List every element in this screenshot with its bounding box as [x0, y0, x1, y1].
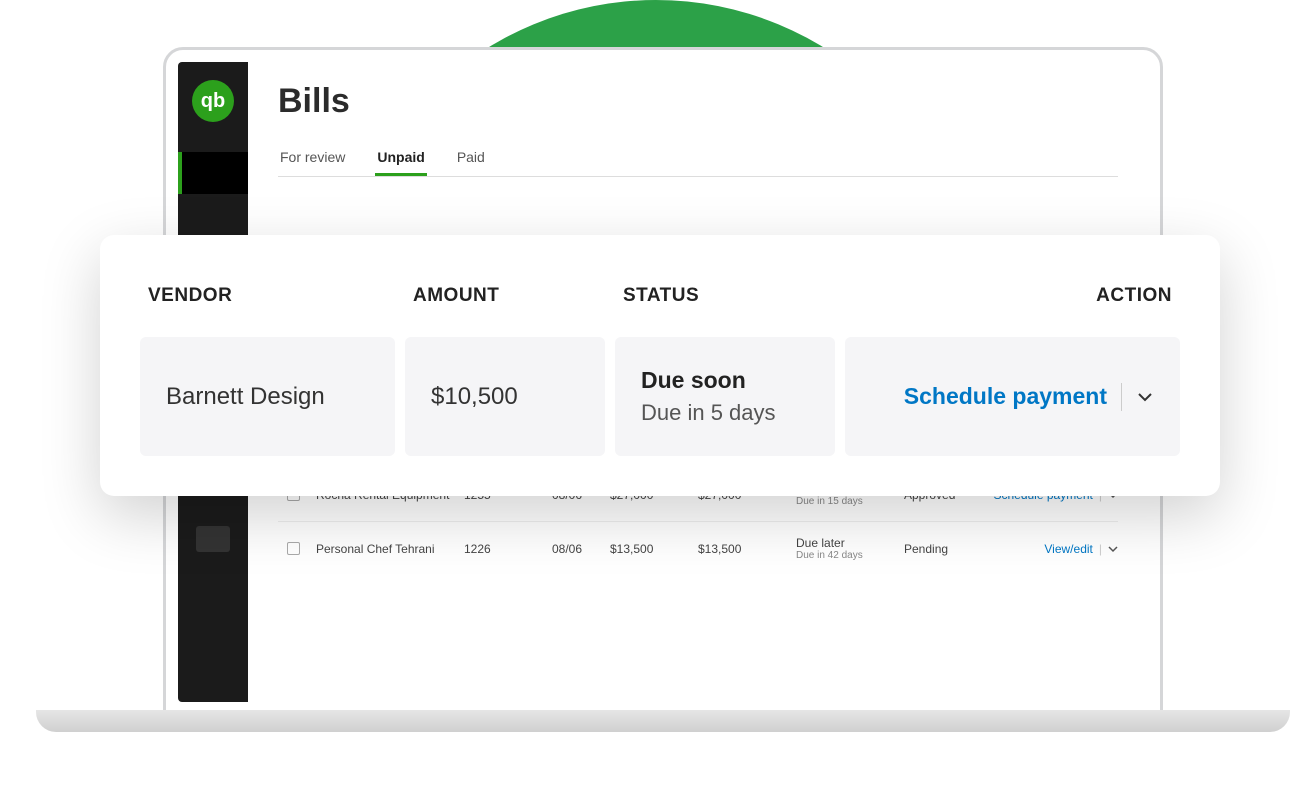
schedule-payment-button[interactable]: Schedule payment [904, 383, 1107, 410]
row-status-title: Due later [796, 536, 896, 550]
overlay-amount-cell: $10,500 [405, 337, 605, 456]
sidebar-item-active[interactable] [178, 152, 248, 194]
row-balance: $13,500 [698, 542, 788, 556]
row-date: 08/06 [552, 542, 602, 556]
sidebar-secondary-block [196, 526, 230, 552]
row-action-label: View/edit [1044, 542, 1092, 556]
overlay-status-sub: Due in 5 days [641, 400, 809, 426]
quickbooks-logo-icon[interactable]: qb [192, 80, 234, 122]
action-separator [1121, 383, 1122, 411]
header-vendor: VENDOR [148, 285, 413, 307]
overlay-data-row: Barnett Design $10,500 Due soon Due in 5… [140, 337, 1180, 456]
laptop-base [36, 710, 1290, 732]
tab-for-review[interactable]: For review [278, 141, 347, 176]
header-status: STATUS [623, 285, 853, 307]
row-amount: $13,500 [610, 542, 690, 556]
chevron-down-icon[interactable] [1108, 544, 1118, 554]
overlay-vendor-cell: Barnett Design [140, 337, 395, 456]
tab-paid[interactable]: Paid [455, 141, 487, 176]
row-approval: Pending [904, 542, 974, 556]
row-status-sub: Due in 15 days [796, 496, 896, 507]
row-vendor: Personal Chef Tehrani [316, 542, 456, 556]
featured-bill-card: VENDOR AMOUNT STATUS ACTION Barnett Desi… [100, 235, 1220, 496]
row-status-sub: Due in 42 days [796, 550, 896, 561]
overlay-status-cell: Due soon Due in 5 days [615, 337, 835, 456]
header-action: ACTION [853, 285, 1172, 307]
page-title: Bills [278, 82, 1118, 121]
row-action[interactable]: View/edit | [982, 542, 1118, 556]
action-separator: | [1099, 542, 1102, 556]
overlay-status-title: Due soon [641, 367, 809, 394]
overlay-action-cell[interactable]: Schedule payment [845, 337, 1180, 456]
row-checkbox[interactable] [278, 542, 308, 555]
table-row[interactable]: Personal Chef Tehrani 1226 08/06 $13,500… [278, 521, 1118, 575]
row-status: Due later Due in 42 days [796, 536, 896, 561]
header-amount: AMOUNT [413, 285, 623, 307]
bills-tabs: For review Unpaid Paid [278, 141, 1118, 177]
overlay-column-headers: VENDOR AMOUNT STATUS ACTION [140, 285, 1180, 307]
row-bill-no: 1226 [464, 542, 544, 556]
tab-unpaid[interactable]: Unpaid [375, 141, 426, 176]
chevron-down-icon[interactable] [1136, 388, 1154, 406]
